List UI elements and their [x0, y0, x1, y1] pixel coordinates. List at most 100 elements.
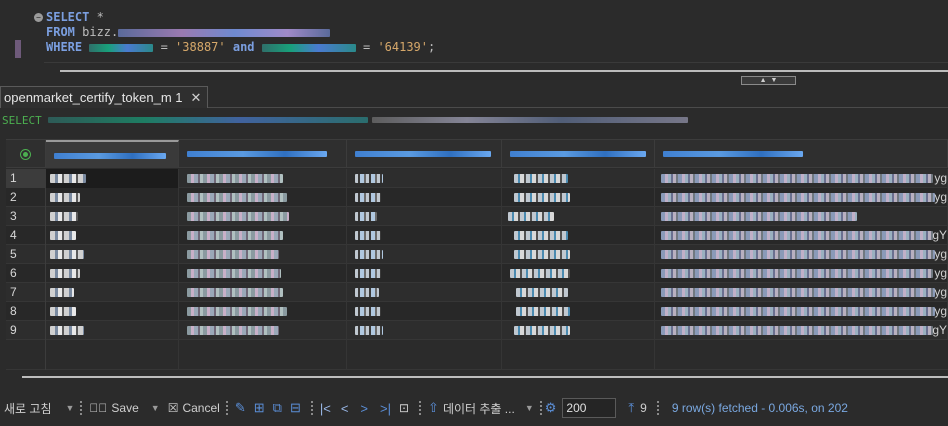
column-header-5[interactable]: [655, 140, 948, 168]
table-row[interactable]: 8 yg: [6, 302, 948, 321]
table-cell[interactable]: [46, 169, 179, 188]
select-all-corner[interactable]: [6, 140, 46, 168]
table-cell[interactable]: [502, 264, 655, 283]
chevron-down-icon[interactable]: ▼: [66, 403, 75, 413]
fold-icon[interactable]: −: [34, 13, 43, 22]
table-cell[interactable]: yg: [655, 188, 948, 207]
table-cell[interactable]: [46, 207, 179, 226]
fit-columns-icon[interactable]: ⊡: [399, 401, 409, 415]
table-cell[interactable]: [46, 264, 179, 283]
row-number[interactable]: 7: [6, 283, 46, 302]
table-cell[interactable]: [347, 302, 502, 321]
row-number[interactable]: 5: [6, 245, 46, 264]
row-number[interactable]: 1: [6, 169, 46, 188]
prev-page-icon[interactable]: <: [341, 401, 349, 416]
sql-code[interactable]: SELECT * FROM bizz. WHERE = '38887' and …: [46, 10, 435, 55]
column-header-2[interactable]: [179, 140, 347, 168]
close-icon[interactable]: ✕: [190, 90, 201, 106]
table-cell[interactable]: yg: [655, 169, 948, 188]
row-number[interactable]: 9: [6, 321, 46, 340]
table-cell[interactable]: [347, 245, 502, 264]
column-header-3[interactable]: [347, 140, 502, 168]
table-row[interactable]: 9 gY: [6, 321, 948, 340]
table-cell[interactable]: [655, 207, 948, 226]
table-cell[interactable]: [46, 188, 179, 207]
table-cell[interactable]: [179, 207, 347, 226]
table-row[interactable]: 3: [6, 207, 948, 226]
table-cell[interactable]: [179, 169, 347, 188]
row-number[interactable]: 4: [6, 226, 46, 245]
table-row[interactable]: 2 yg: [6, 188, 948, 207]
table-cell[interactable]: [347, 169, 502, 188]
table-cell[interactable]: [347, 283, 502, 302]
row-number[interactable]: 3: [6, 207, 46, 226]
delete-row-icon[interactable]: ⊟: [290, 400, 301, 416]
table-row[interactable]: 5 yg: [6, 245, 948, 264]
table-cell[interactable]: [179, 321, 347, 340]
table-cell[interactable]: [179, 264, 347, 283]
table-cell[interactable]: [347, 321, 502, 340]
export-data-button[interactable]: ⇧ 데이터 추출 ... ▼: [428, 400, 534, 417]
chevron-down-icon[interactable]: ▼: [525, 403, 534, 413]
table-cell[interactable]: [179, 226, 347, 245]
table-cell[interactable]: gY: [655, 226, 948, 245]
sql-editor[interactable]: − SELECT * FROM bizz. WHERE = '38887' an…: [0, 0, 948, 82]
fetch-size-input[interactable]: 200: [562, 398, 617, 418]
table-cell[interactable]: [347, 264, 502, 283]
column-header-4[interactable]: [502, 140, 655, 168]
table-cell[interactable]: [502, 226, 655, 245]
edit-row-icon[interactable]: ✎: [235, 400, 246, 416]
redacted-header-3: [355, 151, 491, 157]
panel-splitter-toggle[interactable]: ▲ ▼: [741, 76, 796, 85]
table-row[interactable]: 4 gY: [6, 226, 948, 245]
save-button[interactable]: ✓⃝ Save ▼: [89, 401, 159, 415]
grid-hscrollbar[interactable]: [22, 376, 948, 378]
redacted-cell: [514, 250, 570, 259]
table-cell[interactable]: [46, 321, 179, 340]
table-row[interactable]: 6 yg: [6, 264, 948, 283]
table-cell[interactable]: [46, 226, 179, 245]
table-cell[interactable]: [347, 188, 502, 207]
next-page-icon[interactable]: >: [360, 401, 368, 416]
keyword-where: WHERE: [46, 40, 83, 54]
table-cell[interactable]: [502, 302, 655, 321]
table-cell[interactable]: yg: [655, 264, 948, 283]
row-number[interactable]: 6: [6, 264, 46, 283]
column-header-1[interactable]: [46, 140, 179, 168]
table-cell[interactable]: yg: [655, 283, 948, 302]
cancel-button[interactable]: ☒ Cancel: [168, 401, 220, 415]
gear-icon[interactable]: ⚙: [545, 400, 557, 416]
table-cell[interactable]: yg: [655, 302, 948, 321]
table-cell[interactable]: [502, 245, 655, 264]
last-page-icon[interactable]: >|: [380, 401, 391, 416]
table-cell[interactable]: yg: [655, 245, 948, 264]
refresh-button[interactable]: 새로 고침 ▼: [4, 400, 74, 417]
table-cell[interactable]: [347, 226, 502, 245]
table-cell[interactable]: [347, 207, 502, 226]
table-cell[interactable]: [179, 188, 347, 207]
table-cell[interactable]: [46, 245, 179, 264]
results-grid[interactable]: 1 yg 2 yg 3 4 gY 5 yg 6 yg 7 yg 8 yg 9 g…: [6, 139, 948, 371]
add-row-icon[interactable]: ⊞: [254, 400, 265, 416]
copy-row-icon[interactable]: ⧉: [273, 400, 282, 416]
table-cell[interactable]: [502, 283, 655, 302]
table-cell[interactable]: [46, 302, 179, 321]
value-2: '64139': [377, 40, 429, 54]
table-cell[interactable]: [46, 283, 179, 302]
chevron-down-icon[interactable]: ▼: [151, 403, 160, 413]
editor-hscrollbar[interactable]: [60, 70, 948, 72]
table-row[interactable]: 7 yg: [6, 283, 948, 302]
tab-openmarket-certify-token[interactable]: openmarket_certify_token_m 1 ✕: [0, 86, 209, 108]
table-cell[interactable]: [502, 321, 655, 340]
row-number[interactable]: 8: [6, 302, 46, 321]
table-cell[interactable]: [502, 207, 655, 226]
table-cell[interactable]: [502, 188, 655, 207]
table-row[interactable]: 1 yg: [6, 169, 948, 188]
table-cell[interactable]: [179, 283, 347, 302]
first-page-icon[interactable]: |<: [320, 401, 331, 416]
table-cell[interactable]: [502, 169, 655, 188]
table-cell[interactable]: [179, 302, 347, 321]
table-cell[interactable]: [179, 245, 347, 264]
table-cell[interactable]: gY: [655, 321, 948, 340]
row-number[interactable]: 2: [6, 188, 46, 207]
